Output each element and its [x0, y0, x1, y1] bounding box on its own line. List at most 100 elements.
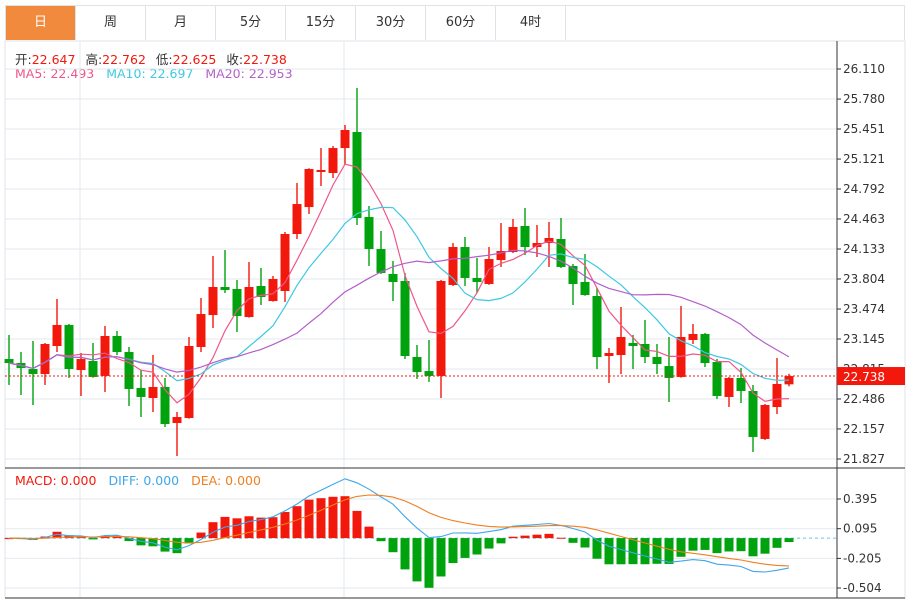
macd-histogram-bar	[88, 538, 98, 540]
price-tick-label: 26.110	[843, 62, 885, 76]
macd-histogram-bar	[460, 538, 470, 558]
macd-histogram-bar	[388, 538, 398, 553]
candle	[244, 262, 254, 318]
candle	[16, 352, 26, 395]
candle-body	[124, 352, 134, 389]
candle	[520, 207, 530, 256]
macd-histogram-bar	[604, 538, 614, 565]
price-tick-label: 21.827	[843, 452, 885, 466]
kline-chart[interactable]: 26.110 25.780 25.451 25.121 24.792 24.463 24.1…	[0, 0, 912, 600]
macd-histogram-bar	[304, 499, 314, 539]
macd-histogram-bar	[724, 538, 734, 552]
macd-histogram-bar	[784, 538, 794, 543]
candle-body	[460, 247, 470, 278]
candle-body	[736, 377, 746, 391]
candle	[412, 344, 422, 379]
macd-histogram-bar	[256, 517, 266, 539]
price-tick-label: 25.451	[843, 122, 885, 136]
macd-histogram-bar	[580, 538, 590, 548]
candle-body	[580, 281, 590, 296]
macd-histogram-bar	[340, 496, 350, 539]
macd-histogram-bar	[424, 538, 434, 588]
macd-histogram-bar	[532, 534, 542, 539]
price-tick-label: 24.463	[843, 212, 885, 226]
candle	[508, 218, 518, 253]
macd-tick-label: -0.205	[843, 551, 882, 565]
candle-body	[208, 286, 218, 316]
candle-body	[616, 336, 626, 356]
candle-body	[472, 277, 482, 282]
candle-body	[52, 324, 62, 346]
price-tick-label: 22.486	[843, 392, 885, 406]
price-tick-label: 25.121	[843, 152, 885, 166]
candle-body	[28, 369, 38, 375]
macd-histogram-bar	[628, 538, 638, 565]
candle	[652, 343, 662, 375]
candle	[64, 323, 74, 378]
candle-body	[724, 377, 734, 397]
macd-histogram-bar	[736, 538, 746, 552]
price-tick-label: 23.804	[843, 272, 885, 286]
candle	[196, 298, 206, 353]
candle-body	[64, 324, 74, 370]
candle	[724, 376, 734, 408]
candle-body	[268, 278, 278, 302]
macd-histogram-bar	[520, 535, 530, 539]
macd-histogram-bar	[484, 538, 494, 549]
candle	[496, 222, 506, 267]
macd-histogram-bar	[568, 538, 578, 543]
macd-histogram-bar	[244, 516, 254, 539]
candle	[76, 353, 86, 396]
candle	[640, 319, 650, 364]
candle-body	[220, 286, 230, 290]
candle-body	[400, 280, 410, 357]
price-tick-label: 25.780	[843, 92, 885, 106]
candle-body	[772, 383, 782, 408]
candle	[352, 88, 362, 225]
macd-histogram-bar	[448, 538, 458, 564]
candle	[232, 279, 242, 332]
candle-body	[292, 204, 302, 234]
macd-histogram-bar	[496, 538, 506, 544]
candle	[604, 348, 614, 383]
candle	[664, 336, 674, 402]
candle-body	[592, 296, 602, 358]
candle	[52, 299, 62, 353]
candle	[400, 272, 410, 360]
macd-histogram-bar	[772, 538, 782, 548]
macd-tick-label: 0.395	[843, 492, 877, 506]
candle-body	[364, 216, 374, 250]
candle-body	[760, 405, 770, 439]
candle-body	[436, 280, 446, 376]
candle-body	[196, 314, 206, 347]
macd-histogram-bar	[292, 506, 302, 539]
candle	[448, 243, 458, 286]
candle	[172, 412, 182, 456]
macd-histogram-bar	[400, 538, 410, 570]
candle	[256, 267, 266, 306]
candle-body	[340, 130, 350, 149]
candle-body	[100, 335, 110, 376]
candle	[136, 370, 146, 418]
candle-body	[88, 361, 98, 377]
candle	[100, 325, 110, 392]
candle	[580, 254, 590, 296]
macd-histogram-bar	[688, 538, 698, 551]
candle	[340, 125, 350, 164]
candle	[484, 247, 494, 285]
chart-frame	[4, 40, 906, 599]
candle-body	[748, 390, 758, 437]
candle-body	[328, 148, 338, 173]
candle	[292, 183, 302, 240]
macd-histogram-bar	[748, 538, 758, 557]
candle	[28, 340, 38, 406]
candle	[700, 332, 710, 368]
candle-body	[76, 359, 86, 371]
candle	[280, 231, 290, 303]
candle-body	[376, 249, 386, 273]
candle-body	[184, 345, 194, 419]
candle	[592, 287, 602, 370]
candle-body	[628, 342, 638, 346]
macd-tick-label: 0.095	[843, 522, 877, 536]
candle-body	[112, 335, 122, 353]
